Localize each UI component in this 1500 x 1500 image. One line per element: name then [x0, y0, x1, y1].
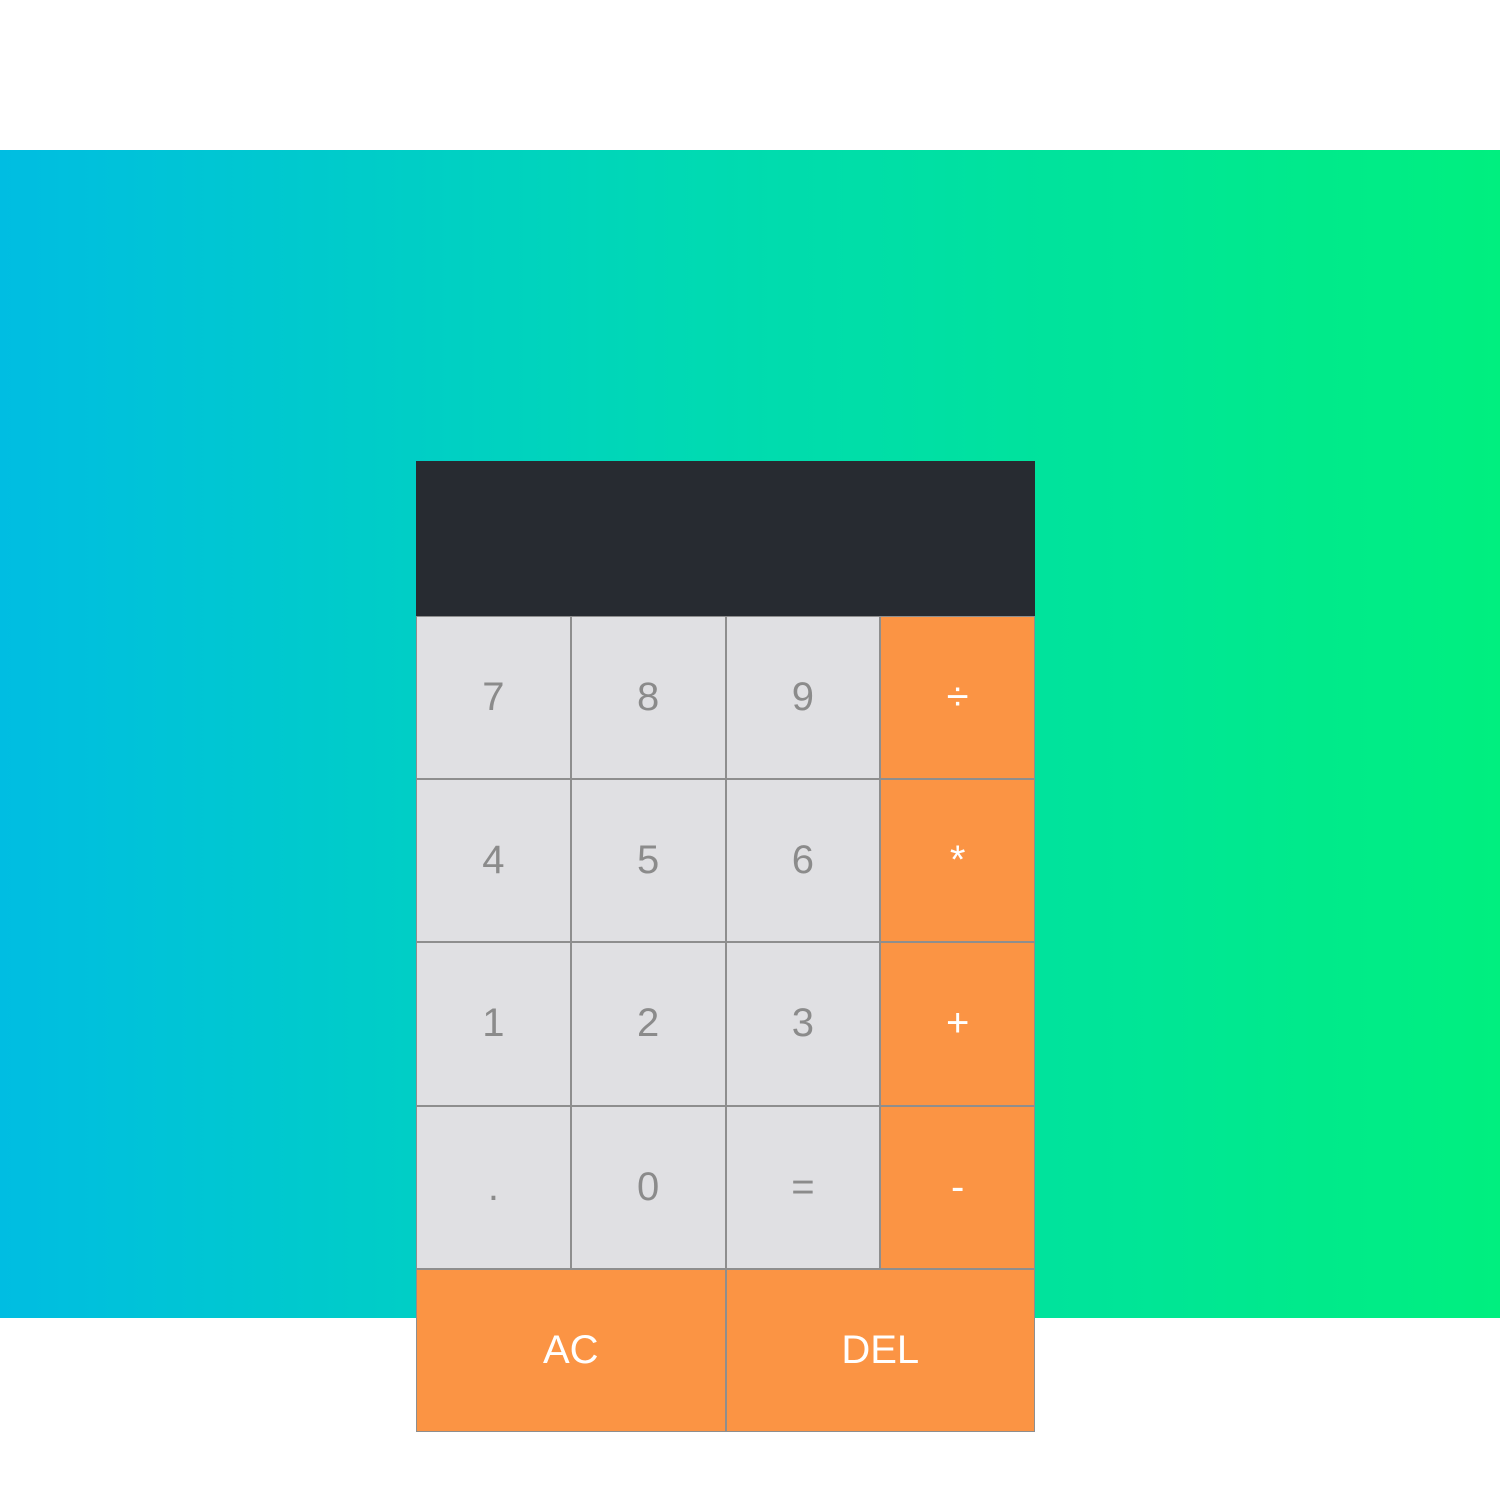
subtract-button[interactable]: -: [881, 1106, 1034, 1268]
key-6[interactable]: 6: [726, 780, 880, 942]
divide-button[interactable]: ÷: [881, 617, 1034, 779]
key-4[interactable]: 4: [417, 780, 570, 942]
all-clear-button[interactable]: AC: [417, 1269, 725, 1431]
calculator: 7 8 9 ÷ 4 5 6 * 1 2 3 + . 0 = - AC DEL: [416, 461, 1035, 1432]
key-3[interactable]: 3: [726, 943, 880, 1105]
key-1[interactable]: 1: [417, 943, 570, 1105]
add-button[interactable]: +: [881, 943, 1034, 1105]
key-0[interactable]: 0: [571, 1106, 725, 1268]
key-2[interactable]: 2: [571, 943, 725, 1105]
keypad: 7 8 9 ÷ 4 5 6 * 1 2 3 + . 0 = - AC DEL: [416, 616, 1035, 1432]
key-5[interactable]: 5: [571, 780, 725, 942]
previous-operand: [440, 461, 1011, 521]
key-8[interactable]: 8: [571, 617, 725, 779]
multiply-button[interactable]: *: [881, 780, 1034, 942]
current-operand: [440, 521, 1011, 601]
delete-button[interactable]: DEL: [726, 1269, 1034, 1431]
decimal-button[interactable]: .: [417, 1106, 570, 1268]
calculator-display: [416, 461, 1035, 616]
gradient-background: 7 8 9 ÷ 4 5 6 * 1 2 3 + . 0 = - AC DEL: [0, 150, 1500, 1432]
key-9[interactable]: 9: [726, 617, 880, 779]
equals-button[interactable]: =: [726, 1106, 880, 1268]
key-7[interactable]: 7: [417, 617, 570, 779]
